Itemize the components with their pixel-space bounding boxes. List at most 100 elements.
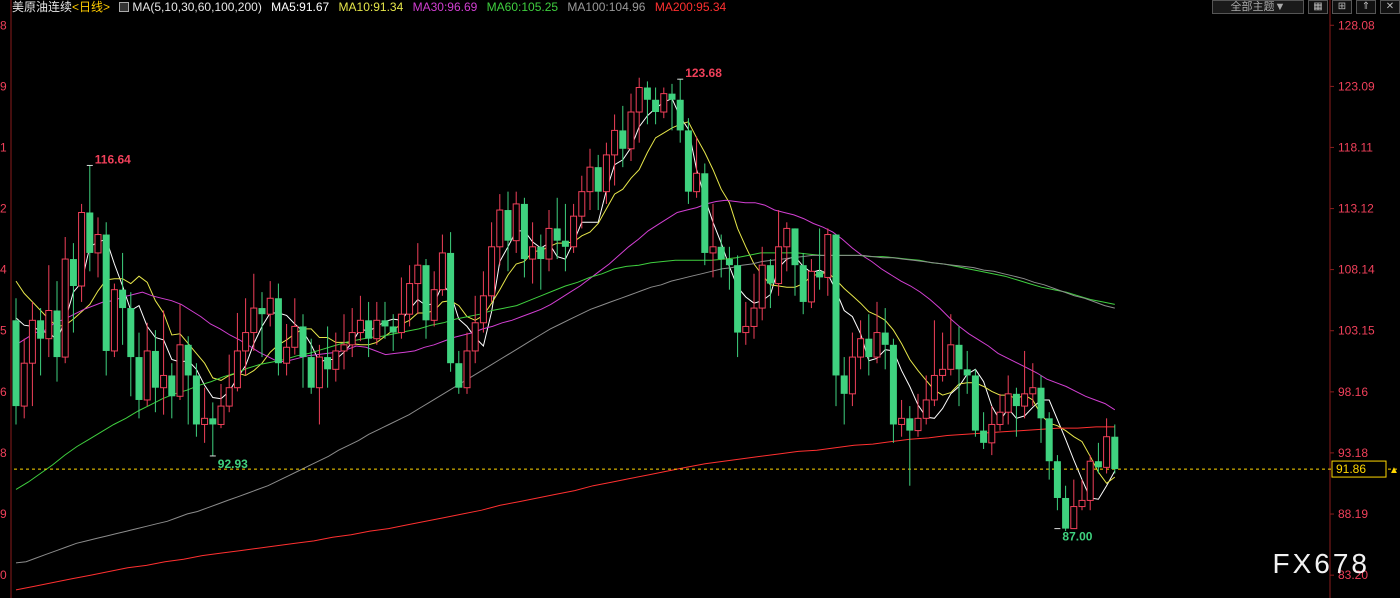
candle-body-up: [406, 283, 414, 315]
candle-body-down: [192, 375, 200, 425]
candle-body-up: [922, 399, 930, 419]
candle-body-up: [570, 215, 578, 248]
left-tick-label: 6: [0, 385, 7, 399]
extreme-label: 87.00: [1062, 530, 1092, 544]
candle-body-up: [348, 332, 356, 346]
candle-body-up: [78, 211, 86, 287]
y-tick-label: 98.16: [1338, 385, 1368, 399]
candle-body-up: [488, 246, 496, 297]
candles-group: [12, 77, 1119, 532]
candle-body-up: [1021, 393, 1029, 407]
candle-body-up: [479, 295, 487, 324]
candle-body-up: [898, 417, 906, 425]
candle-body-down: [799, 265, 807, 302]
y-tick-label: 118.11: [1338, 140, 1373, 154]
candle-body-up: [742, 325, 750, 334]
candle-body-up: [250, 307, 258, 334]
candle-body-up: [340, 344, 348, 352]
ma-line-ma200: [15, 426, 1115, 591]
candle-body-down: [537, 246, 545, 260]
extreme-label: 92.93: [218, 457, 248, 471]
price-arrow-icon: ▲: [1389, 465, 1399, 476]
candle-body-up: [857, 338, 865, 358]
candle-body-down: [701, 173, 709, 253]
candle-body-up: [758, 264, 766, 309]
candlestick-chart[interactable]: 128.08 123.09 118.11 113.12 108.14 103.15 98.1…: [0, 0, 1400, 598]
watermark: FX678: [1272, 548, 1370, 579]
candle-body-up: [545, 227, 553, 260]
candle-body-down: [1012, 393, 1020, 407]
candle-body-down: [971, 375, 979, 431]
candle-body-down: [307, 357, 315, 388]
candle-body-up: [783, 227, 791, 248]
candle-body-up: [1103, 436, 1111, 468]
ma60-value: MA60:105.25: [486, 0, 559, 14]
extreme-label: 123.68: [685, 66, 722, 80]
candle-body-down: [1111, 436, 1119, 470]
candle-body-down: [980, 430, 988, 443]
candle-body-down: [135, 357, 143, 400]
candle-body-up: [578, 191, 586, 217]
top-toolbar: 全部主题▼ ▦ ⊞ ⇑ ✕: [1212, 0, 1400, 14]
theme-dropdown-button[interactable]: 全部主题▼: [1212, 0, 1304, 14]
candle-body-down: [274, 298, 282, 364]
candle-body-down: [725, 259, 733, 266]
candle-body-down: [684, 130, 692, 192]
ma-line-ma10: [15, 121, 1116, 485]
candle-body-down: [12, 320, 20, 407]
left-tick-label: 2: [0, 202, 7, 216]
candle-body-up: [807, 270, 815, 303]
candle-body-down: [766, 265, 774, 284]
candle-body-up: [586, 166, 594, 193]
candle-body-up: [939, 368, 947, 376]
y-tick-label: 103.15: [1338, 324, 1375, 338]
candle-body-up: [947, 344, 955, 370]
candle-body-down: [381, 320, 389, 327]
candle-body-down: [865, 338, 873, 358]
close-icon[interactable]: ✕: [1380, 0, 1400, 14]
candle-body-up: [356, 319, 364, 334]
candle-body-down: [832, 234, 840, 376]
candle-body-up: [176, 344, 184, 397]
y-tick-label: 93.18: [1338, 446, 1368, 460]
candle-body-up: [1078, 499, 1086, 508]
candle-body-up: [988, 423, 996, 444]
candle-body-up: [471, 322, 479, 352]
candle-body-down: [389, 326, 397, 333]
candle-body-up: [1070, 506, 1078, 530]
candle-body-down: [840, 375, 848, 394]
candle-body-up: [1086, 460, 1094, 501]
candle-body-down: [676, 99, 684, 131]
ma200-value: MA200:95.34: [654, 0, 727, 14]
candle-body-down: [422, 265, 430, 321]
candle-body-down: [324, 357, 332, 370]
candle-body-down: [906, 418, 914, 431]
candle-body-down: [209, 418, 217, 425]
candle-body-up: [996, 411, 1004, 425]
candle-body-up: [160, 374, 168, 389]
left-tick-label: 0: [0, 568, 7, 582]
candle-body-down: [1053, 461, 1061, 498]
candle-body-down: [734, 265, 742, 333]
ma-line-ma5: [15, 97, 1116, 500]
candle-body-down: [1045, 418, 1053, 462]
left-tick-label: 8: [0, 18, 7, 32]
grid-icon[interactable]: ▦: [1308, 0, 1328, 14]
candle-body-up: [438, 252, 446, 291]
y-tick-label: 108.14: [1338, 263, 1375, 277]
candle-body-down: [258, 308, 266, 315]
candle-body-down: [881, 332, 889, 345]
candle-body-down: [520, 203, 528, 260]
candle-body-up: [242, 332, 250, 352]
candle-body-up: [225, 387, 233, 407]
candle-body-down: [791, 228, 799, 266]
pin-icon[interactable]: ⊞: [1332, 0, 1352, 14]
candle-body-up: [627, 111, 635, 150]
y-tick-label: 123.09: [1338, 79, 1375, 93]
up-icon[interactable]: ⇑: [1356, 0, 1376, 14]
candle-body-down: [561, 240, 569, 247]
candle-body-down: [151, 350, 159, 388]
candle-body-down: [127, 308, 135, 358]
candle-body-up: [709, 246, 717, 254]
candle-body-up: [315, 356, 323, 389]
